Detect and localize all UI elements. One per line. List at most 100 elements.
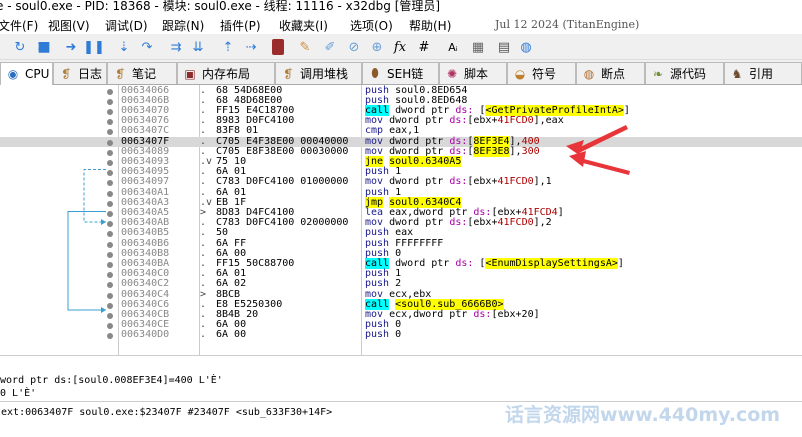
run-to-user-code-icon[interactable]: ⇢ <box>243 39 259 55</box>
trace-into-icon[interactable]: ⇉ <box>168 39 184 55</box>
breakpoint-dot[interactable] <box>107 272 113 279</box>
comment-icon[interactable]: ✐ <box>322 39 338 55</box>
menu-view[interactable]: 视图(V) <box>48 17 90 34</box>
instr-token: FFFFFFFF <box>395 237 444 249</box>
tab-symbols[interactable]: ◒ 符号 <box>507 62 576 84</box>
row-marker: . <box>200 237 207 249</box>
tab-label: 断点 <box>601 67 626 81</box>
tab-log[interactable]: ❡ 日志 <box>53 62 107 84</box>
tab-source[interactable]: ❧ 源代码 <box>645 62 724 84</box>
tab-bar: ◉ CPU ❡ 日志 ❡ 笔记 ▣ 内存布局 ❡ 调用堆栈 ⬮ SEH链 ✺ 脚本 ◒ 符号 ◍… <box>0 60 802 85</box>
tab-seh[interactable]: ⬮ SEH链 <box>362 62 439 84</box>
row-address: 006340C4 <box>121 288 170 300</box>
instr-token: 41FCD0 <box>497 176 534 188</box>
stop-icon[interactable]: ■ <box>36 39 52 55</box>
row-bytes: 68 54D68E00 <box>216 85 283 96</box>
row-bytes: FF15 50C88700 <box>216 258 295 269</box>
breakpoint-dot[interactable] <box>107 139 113 146</box>
font-icon[interactable]: Aᵢ <box>445 39 461 55</box>
globe-icon[interactable]: ◍ <box>518 39 534 55</box>
breakpoint-dot[interactable] <box>107 231 113 238</box>
instr-token: ds: <box>449 176 468 188</box>
breakpoint-dot[interactable] <box>107 98 113 105</box>
current-address: text:0063407F soul0.exe:$23407F #23407F … <box>0 407 333 418</box>
run-icon[interactable]: ➜ <box>63 39 79 55</box>
breakpoint-dot[interactable] <box>107 302 113 309</box>
execute-till-return-icon[interactable]: ⇡ <box>220 39 236 55</box>
row-bytes: 6A 01 <box>216 269 247 280</box>
tab-breakpoints[interactable]: ◍ 断点 <box>576 62 645 84</box>
breakpoint-dot[interactable] <box>107 88 113 95</box>
calculator-icon[interactable]: ▦ <box>470 39 486 55</box>
tab-cpu[interactable]: ◉ CPU <box>0 62 53 85</box>
hash-icon[interactable]: # <box>416 39 432 55</box>
info-line: dword ptr ds:[soul0.008EF3E4]=400 L'Ѐ' <box>0 375 223 386</box>
step-into-icon[interactable]: ⇣ <box>116 39 132 55</box>
instr-token: [ebx+ <box>467 176 498 188</box>
breakpoint-dot[interactable] <box>107 282 113 289</box>
menu-debug[interactable]: 调试(D) <box>105 17 148 34</box>
instr-token: push <box>365 329 396 341</box>
breakpoint-dot[interactable] <box>107 292 113 299</box>
tab-notes[interactable]: ❡ 笔记 <box>107 62 177 84</box>
menu-plugins[interactable]: 插件(P) <box>220 17 261 34</box>
function-icon[interactable]: fx <box>392 39 408 55</box>
breakpoint-dot[interactable] <box>107 149 113 156</box>
breakpoint-dot[interactable] <box>107 119 113 126</box>
toolbar-grid-icon[interactable]: ▤ <box>496 39 512 55</box>
instr-token: 41FCD0 <box>497 217 534 229</box>
pause-icon[interactable]: ❚❚ <box>83 39 105 55</box>
toolbar: ↻ ✕ ■ ➜ ❚❚ ⇣ ↷ ⇉ ⇊ ⇡ ⇢ ✎ ✐ ⊘ ⊕ fx # Aᵢ ▦… <box>0 34 802 60</box>
breakpoint-dot[interactable] <box>107 333 113 340</box>
breakpoint-dot[interactable] <box>107 312 113 319</box>
breakpoint-dot[interactable] <box>107 210 113 217</box>
breakpoint-dot[interactable] <box>107 323 113 330</box>
breakpoint-dot[interactable] <box>107 180 113 187</box>
menu-favourites[interactable]: 收藏夹(I) <box>279 17 328 34</box>
step-over-icon[interactable]: ↷ <box>139 39 155 55</box>
tab-memory-map[interactable]: ▣ 内存布局 <box>177 62 275 84</box>
instr-token: 300 <box>521 145 540 157</box>
instr-token: ],1 <box>533 176 552 188</box>
breakpoint-dot[interactable] <box>107 241 113 248</box>
info-line: 00 L'Ѐ' <box>0 388 37 399</box>
tab-references[interactable]: ♞ 引用 <box>724 62 802 84</box>
disassembly-view[interactable]: 00634066. 68 54D68E00 push soul0.8ED654 006… <box>0 85 802 355</box>
row-bytes: 6A FF <box>216 238 247 249</box>
row-bytes: C783 D0FC4100 02000000 <box>216 218 349 229</box>
breakpoint-dot[interactable] <box>107 129 113 136</box>
breakpoint-dot[interactable] <box>107 251 113 258</box>
breakpoint-dot[interactable] <box>107 221 113 228</box>
tab-call-stack[interactable]: ❡ 调用堆栈 <box>275 62 362 84</box>
breakpoint-dot[interactable] <box>107 261 113 268</box>
disasm-row[interactable]: 006340D0. 6A 00 push 0 <box>0 330 802 340</box>
breakpoint-dot[interactable] <box>107 108 113 115</box>
cpu-icon: ◉ <box>7 67 19 81</box>
menu-help[interactable]: 帮助(H) <box>409 17 451 34</box>
menu-file[interactable]: 文件(F) <box>0 17 38 34</box>
row-address: 006340A1 <box>121 186 170 198</box>
source-icon: ❧ <box>652 66 664 81</box>
instr-token: ],eax <box>533 115 564 127</box>
patch-icon[interactable]: ✎ <box>297 39 313 55</box>
menu-options[interactable]: 选项(O) <box>350 17 393 34</box>
breakpoint-dot[interactable] <box>107 190 113 197</box>
bookmark-icon[interactable]: ⊕ <box>369 39 385 55</box>
tab-label: 符号 <box>532 67 557 81</box>
row-bytes: 75 10 <box>216 156 247 167</box>
row-instruction: push 1 <box>365 187 401 198</box>
scylla-icon[interactable] <box>272 39 284 55</box>
row-bytes: 6A 00 <box>216 248 247 259</box>
tab-label: CPU <box>25 67 50 81</box>
row-bytes: 50 <box>216 228 229 239</box>
breakpoint-dot[interactable] <box>107 200 113 207</box>
row-address: 00634097 <box>121 176 170 188</box>
breakpoint-dot[interactable] <box>107 159 113 166</box>
menu-trace[interactable]: 跟踪(N) <box>162 17 204 34</box>
trace-over-icon[interactable]: ⇊ <box>190 39 206 55</box>
tab-script[interactable]: ✺ 脚本 <box>439 62 507 84</box>
label-icon[interactable]: ⊘ <box>346 39 362 55</box>
restart-icon[interactable]: ↻ <box>12 39 28 55</box>
breakpoint-dot[interactable] <box>107 170 113 177</box>
instr-token: mov <box>365 288 390 300</box>
